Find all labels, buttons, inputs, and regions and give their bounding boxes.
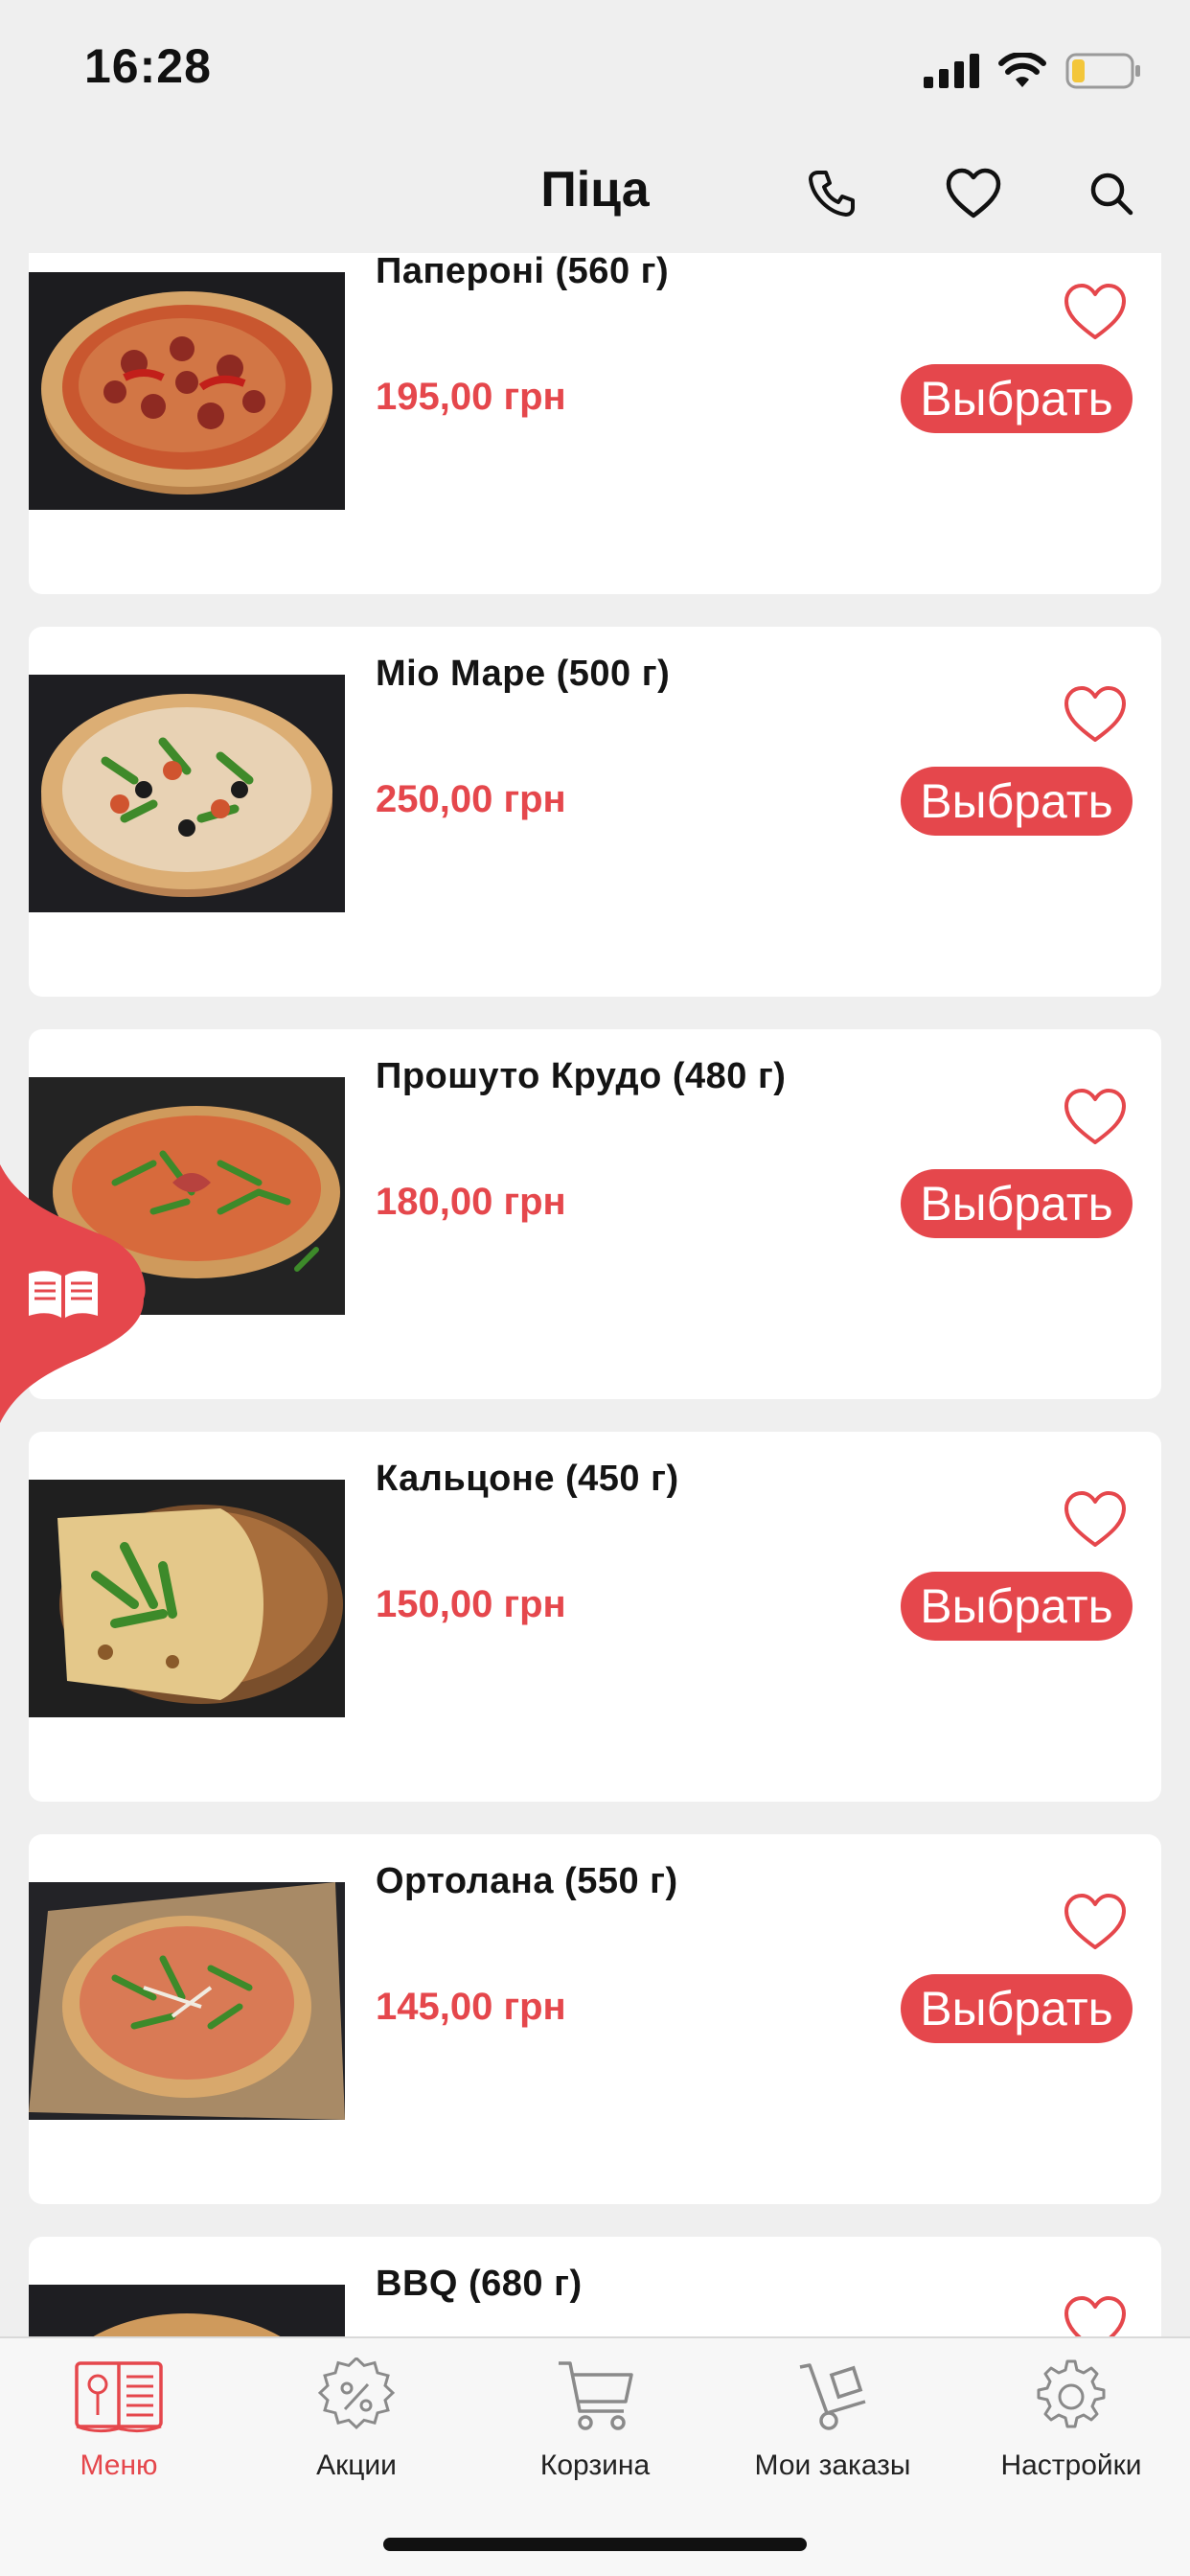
- favorite-heart-icon[interactable]: [1062, 2294, 1129, 2336]
- product-image[interactable]: [29, 1882, 345, 2120]
- tab-label: Мои заказы: [754, 2450, 911, 2481]
- discount-gear-icon: [317, 2358, 396, 2430]
- search-icon[interactable]: [1073, 155, 1150, 232]
- product-image[interactable]: [29, 2285, 345, 2336]
- favorite-heart-icon[interactable]: [1062, 282, 1129, 349]
- tab-my-orders[interactable]: Мои заказы: [714, 2358, 951, 2501]
- battery-icon: [1065, 53, 1140, 89]
- product-card[interactable]: Ортолана (550 г) 145,00 грн Выбрать: [29, 1834, 1161, 2204]
- floating-menu-tab[interactable]: [0, 1164, 153, 1423]
- product-title: Ортолана (550 г): [376, 1861, 678, 1901]
- product-title: Папероні (560 г): [376, 253, 670, 291]
- select-button[interactable]: Выбрать: [901, 1572, 1133, 1641]
- product-list[interactable]: Папероні (560 г) 195,00 грн Выбрать Міо …: [0, 253, 1190, 2336]
- app-screen: 16:28 Піца Папероні (560 г) 195,00 грн В…: [0, 0, 1190, 2576]
- product-card[interactable]: Прошуто Крудо (480 г) 180,00 грн Выбрать: [29, 1029, 1161, 1399]
- select-button[interactable]: Выбрать: [901, 1169, 1133, 1238]
- product-price: 145,00 грн: [376, 1986, 566, 2028]
- product-price: 180,00 грн: [376, 1181, 566, 1223]
- product-card[interactable]: Папероні (560 г) 195,00 грн Выбрать: [29, 253, 1161, 594]
- product-price: 250,00 грн: [376, 778, 566, 820]
- tab-cart[interactable]: Корзина: [476, 2358, 714, 2501]
- product-image[interactable]: [29, 675, 345, 912]
- product-card[interactable]: Міо Маре (500 г) 250,00 грн Выбрать: [29, 627, 1161, 997]
- product-price: 195,00 грн: [376, 376, 566, 418]
- nav-header: Піца: [0, 134, 1190, 253]
- status-time: 16:28: [84, 39, 212, 93]
- tab-label: Настройки: [1000, 2450, 1142, 2481]
- favorite-heart-icon[interactable]: [1062, 1087, 1129, 1154]
- heart-icon[interactable]: [935, 155, 1012, 232]
- select-button[interactable]: Выбрать: [901, 364, 1133, 433]
- tab-menu[interactable]: Меню: [0, 2358, 238, 2501]
- product-title: BBQ (680 г): [376, 2264, 583, 2304]
- product-image[interactable]: [29, 1480, 345, 1717]
- signal-icon: [924, 54, 979, 88]
- favorite-heart-icon[interactable]: [1062, 684, 1129, 751]
- tab-label: Акции: [316, 2450, 397, 2481]
- cart-icon: [559, 2361, 633, 2430]
- product-title: Кальцоне (450 г): [376, 1459, 679, 1499]
- phone-icon[interactable]: [793, 155, 870, 232]
- open-book-icon: [29, 1271, 98, 1318]
- product-card[interactable]: BBQ (680 г): [29, 2237, 1161, 2336]
- favorite-heart-icon[interactable]: [1062, 1489, 1129, 1556]
- home-indicator[interactable]: [383, 2538, 807, 2551]
- status-bar: 16:28: [0, 0, 1190, 134]
- select-button[interactable]: Выбрать: [901, 1974, 1133, 2043]
- menu-book-icon: [75, 2361, 163, 2433]
- product-price: 150,00 грн: [376, 1583, 566, 1625]
- product-title: Міо Маре (500 г): [376, 654, 671, 694]
- product-title: Прошуто Крудо (480 г): [376, 1056, 787, 1096]
- hand-truck-icon: [799, 2363, 866, 2430]
- status-icons: [924, 50, 1142, 92]
- product-image[interactable]: [29, 272, 345, 510]
- tab-label: Меню: [80, 2450, 158, 2481]
- select-button[interactable]: Выбрать: [901, 767, 1133, 836]
- tab-label: Корзина: [539, 2450, 651, 2481]
- tab-promotions[interactable]: Акции: [238, 2358, 475, 2501]
- favorite-heart-icon[interactable]: [1062, 1892, 1129, 1959]
- tab-settings[interactable]: Настройки: [952, 2358, 1190, 2501]
- settings-icon: [1037, 2359, 1106, 2428]
- product-card[interactable]: Кальцоне (450 г) 150,00 грн Выбрать: [29, 1432, 1161, 1802]
- wifi-icon: [998, 53, 1046, 87]
